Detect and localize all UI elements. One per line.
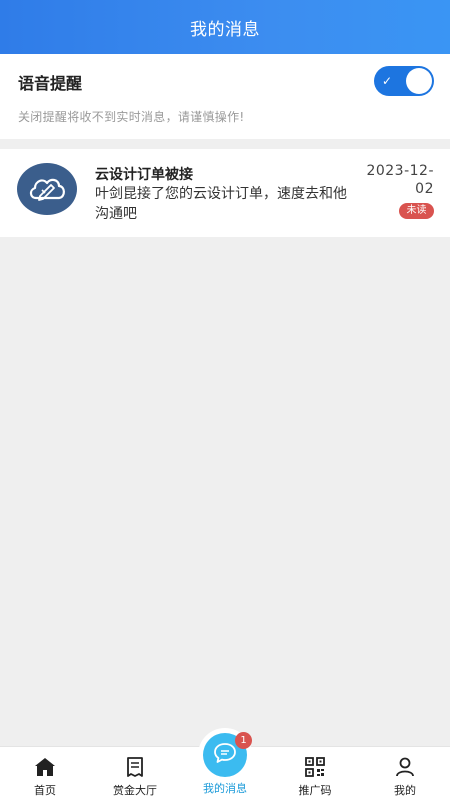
voice-reminder-panel: 语音提醒 ✓ 关闭提醒将收不到实时消息，请谨慎操作! [0,54,450,139]
bill-icon [124,756,146,778]
message-title: 云设计订单被接 [95,167,193,183]
tab-promo-code-label: 推广码 [298,784,332,797]
message-item[interactable]: 云设计订单被接 叶剑昆接了您的云设计订单，速度去和他沟通吧 2023-12-02 [0,149,450,237]
message-body: 叶剑昆接了您的云设计订单，速度去和他沟通吧 [95,186,347,222]
top-header: 我的消息 [0,0,450,54]
voice-reminder-hint: 关闭提醒将收不到实时消息，请谨慎操作! [18,110,245,124]
cloud-design-icon [17,163,77,215]
check-icon: ✓ [382,74,393,88]
qrcode-icon [304,756,326,778]
home-icon [34,756,56,778]
chat-icon [213,742,237,768]
message-date: 2023-12-02 [366,163,434,197]
tab-promo-code[interactable]: 推广码 [270,747,360,800]
voice-reminder-title: 语音提醒 [18,74,83,93]
tab-home-label: 首页 [34,784,56,797]
tab-bounty-hall-label: 赏金大厅 [113,784,157,797]
tab-bounty-hall[interactable]: 赏金大厅 [90,747,180,800]
tab-my-messages-label: 我的消息 [203,782,247,795]
voice-reminder-toggle[interactable]: ✓ [374,66,434,96]
tab-mine[interactable]: 我的 [360,747,450,800]
tab-mine-label: 我的 [394,784,416,797]
user-icon [394,756,416,778]
tab-home[interactable]: 首页 [0,747,90,800]
toggle-knob [406,68,432,94]
page-title: 我的消息 [190,19,260,40]
unread-badge: 未读 [399,203,434,219]
message-count-badge: 1 [235,732,252,749]
